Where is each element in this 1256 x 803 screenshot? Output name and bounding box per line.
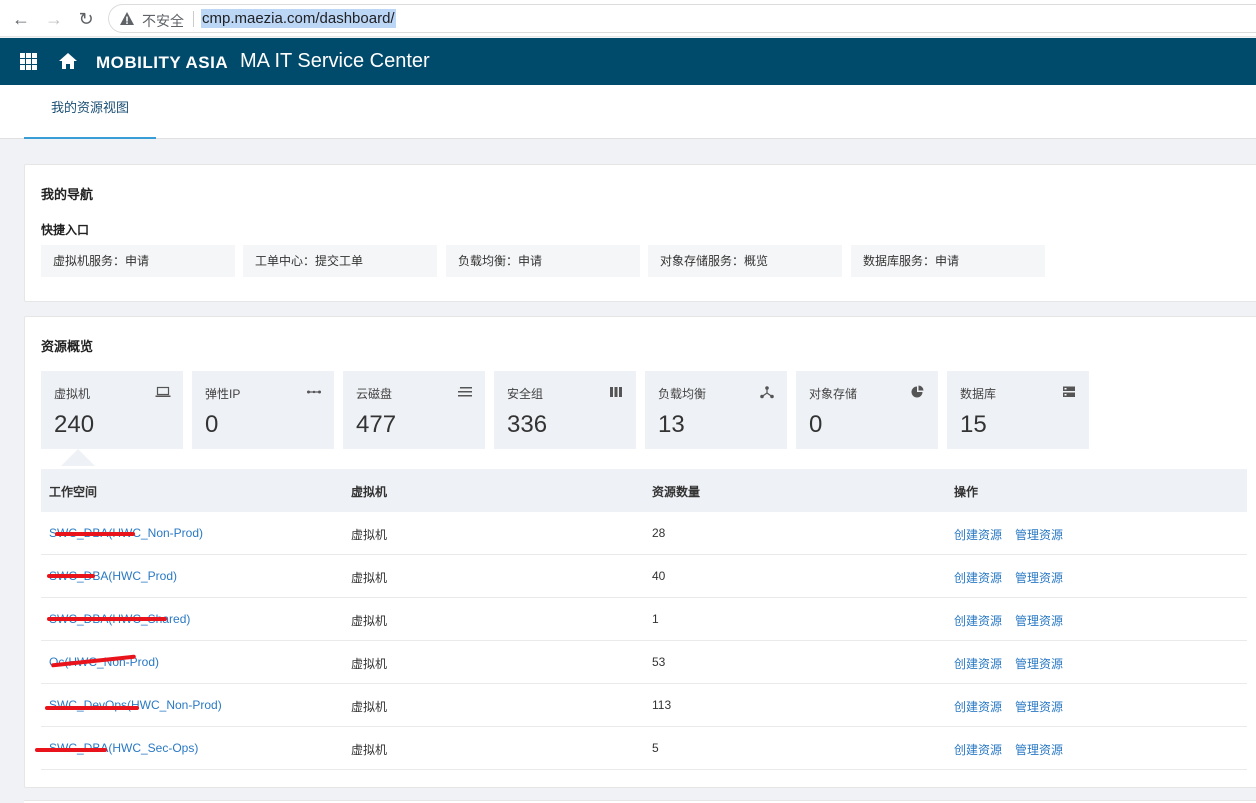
app-header: MOBILITY ASIA MA IT Service Center [0,38,1256,85]
table-row: SWC_DBA(HWC_Shared) 虚拟机 1 创建资源 管理资源 [41,598,1247,641]
redaction-mark [47,574,95,578]
stat-value: 13 [658,411,685,438]
manage-resource-link[interactable]: 管理资源 [1015,698,1063,715]
share-icon [760,386,774,399]
navigation-card: 我的导航 快捷入口 虚拟机服务：申请 工单中心：提交工单 负载均衡：申请 对象存… [24,164,1256,302]
redaction-mark [47,617,167,621]
stat-eip[interactable]: 弹性IP 0 [192,371,334,449]
stat-value: 477 [356,411,397,438]
url-separator [193,11,194,27]
table-row: SWC_DBA(HWC_Sec-Ops) 虚拟机 5 创建资源 管理资源 [35,727,1247,770]
table-header: 工作空间 虚拟机 资源数量 操作 [41,469,1247,512]
stat-security-group[interactable]: 安全组 336 [494,371,636,449]
server-icon [1063,386,1075,397]
create-resource-link[interactable]: 创建资源 [954,741,1002,758]
table-row: SWC_DBA(HWC_Non-Prod) 虚拟机 28 创建资源 管理资源 [41,512,1247,555]
back-arrow-icon[interactable]: ← [10,8,32,30]
manage-resource-link[interactable]: 管理资源 [1015,526,1063,543]
stat-label: 对象存储 [809,387,858,401]
stat-value: 0 [205,411,219,438]
url-text[interactable]: cmp.maezia.com/dashboard/ [201,9,396,28]
quick-link-object-storage[interactable]: 对象存储服务：概览 [648,245,842,277]
quick-link-lb-apply[interactable]: 负载均衡：申请 [446,245,640,277]
resource-type: 虚拟机 [351,528,388,542]
resource-type: 虚拟机 [351,614,388,628]
create-resource-link[interactable]: 创建资源 [954,526,1002,543]
resource-type: 虚拟机 [351,743,388,757]
home-icon[interactable] [58,51,78,71]
link-icon [307,390,321,394]
stat-label: 负载均衡 [658,387,707,401]
stat-vm[interactable]: 虚拟机 240 [41,371,183,449]
stat-object-storage[interactable]: 对象存储 0 [796,371,938,449]
stat-disk[interactable]: 云磁盘 477 [343,371,485,449]
quick-link-db-apply[interactable]: 数据库服务：申请 [851,245,1045,277]
create-resource-link[interactable]: 创建资源 [954,698,1002,715]
forward-arrow-icon[interactable]: → [43,8,65,30]
create-resource-link[interactable]: 创建资源 [954,612,1002,629]
manage-resource-link[interactable]: 管理资源 [1015,569,1063,586]
stat-load-balancer[interactable]: 负载均衡 13 [645,371,787,449]
pie-icon [911,385,924,398]
stat-label: 云磁盘 [356,387,393,401]
columns-icon [610,387,622,397]
tabs-bar: 我的资源视图 [0,85,1256,139]
workspace-table: 工作空间 虚拟机 资源数量 操作 SWC_DBA(HWC_Non-Prod) 虚… [35,469,1247,770]
resource-count: 5 [652,741,659,755]
resource-count: 113 [652,698,672,712]
reload-icon[interactable]: ↻ [75,8,97,30]
navigation-title: 我的导航 [41,187,94,202]
list-icon [458,386,472,397]
column-header-workspace: 工作空间 [49,485,98,499]
resource-type: 虚拟机 [351,657,388,671]
stat-value: 0 [809,411,823,438]
insecure-label: 不安全 [142,13,184,29]
tab-my-resources[interactable]: 我的资源视图 [24,85,156,139]
address-bar[interactable]: 不安全 cmp.maezia.com/dashboard/ [108,4,1256,33]
stat-label: 安全组 [507,387,544,401]
manage-resource-link[interactable]: 管理资源 [1015,741,1063,758]
quick-link-ticket[interactable]: 工单中心：提交工单 [243,245,437,277]
quick-access-title: 快捷入口 [41,223,90,237]
column-header-actions: 操作 [954,485,979,499]
create-resource-link[interactable]: 创建资源 [954,569,1002,586]
table-row: Oc(HWC_Non-Prod) 虚拟机 53 创建资源 管理资源 [41,641,1247,684]
redaction-mark [55,532,135,536]
resource-count: 1 [652,612,659,626]
resource-overview-card: 资源概览 虚拟机 240 弹性IP 0 云磁盘 477 安全组 336 负载均衡… [24,316,1256,788]
laptop-icon [155,386,171,397]
stat-label: 数据库 [960,387,997,401]
stat-value: 336 [507,411,548,438]
redaction-mark [35,748,107,752]
resource-type: 虚拟机 [351,571,388,585]
page-title: MA IT Service Center [240,50,430,72]
create-resource-link[interactable]: 创建资源 [954,655,1002,672]
resource-count: 40 [652,569,666,583]
manage-resource-link[interactable]: 管理资源 [1015,612,1063,629]
stat-label: 虚拟机 [54,387,91,401]
table-row: SWC_DevOps(HWC_Non-Prod) 虚拟机 113 创建资源 管理… [41,684,1247,727]
column-header-type: 虚拟机 [351,485,388,499]
manage-resource-link[interactable]: 管理资源 [1015,655,1063,672]
selected-stat-pointer [61,449,95,466]
browser-toolbar: ← → ↻ 不安全 cmp.maezia.com/dashboard/ [0,0,1256,37]
resource-count: 28 [652,526,666,540]
table-row: SWC_DBA(HWC_Prod) 虚拟机 40 创建资源 管理资源 [41,555,1247,598]
column-header-count: 资源数量 [652,485,701,499]
resource-type: 虚拟机 [351,700,388,714]
quick-link-vm-apply[interactable]: 虚拟机服务：申请 [41,245,235,277]
stat-value: 240 [54,411,95,438]
stat-value: 15 [960,411,987,438]
apps-grid-icon[interactable] [20,53,37,70]
warning-icon [120,12,134,25]
redaction-mark [45,706,139,710]
brand-logo[interactable]: MOBILITY ASIA [96,53,228,73]
resource-overview-title: 资源概览 [41,339,94,354]
resource-count: 53 [652,655,666,669]
stat-database[interactable]: 数据库 15 [947,371,1089,449]
stat-label: 弹性IP [205,387,241,401]
